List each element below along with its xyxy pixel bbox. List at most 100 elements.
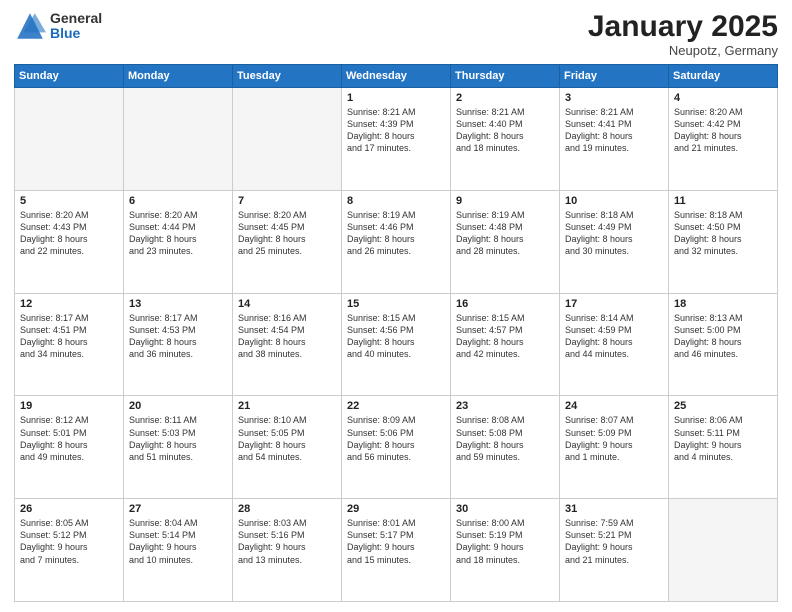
day-number: 18 bbox=[674, 298, 772, 310]
table-row bbox=[15, 88, 124, 191]
day-info: Sunrise: 8:17 AM Sunset: 4:53 PM Dayligh… bbox=[129, 312, 227, 361]
day-number: 7 bbox=[238, 195, 336, 207]
day-info: Sunrise: 8:05 AM Sunset: 5:12 PM Dayligh… bbox=[20, 517, 118, 566]
day-number: 2 bbox=[456, 92, 554, 104]
day-number: 4 bbox=[674, 92, 772, 104]
table-row: 20 Sunrise: 8:11 AM Sunset: 5:03 PM Dayli… bbox=[124, 396, 233, 499]
table-row: 16Sunrise: 8:15 AM Sunset: 4:57 PM Dayli… bbox=[451, 293, 560, 396]
day-info: Sunrise: 7:59 AM Sunset: 5:21 PM Dayligh… bbox=[565, 517, 663, 566]
calendar-week-row: 19Sunrise: 8:12 AM Sunset: 5:01 PM Dayli… bbox=[15, 396, 778, 499]
calendar-week-row: 5 Sunrise: 8:20 AM Sunset: 4:43 PM Daylig… bbox=[15, 190, 778, 293]
day-number: 22 bbox=[347, 400, 445, 412]
table-row: 15 Sunrise: 8:15 AM Sunset: 4:56 PM Dayli… bbox=[342, 293, 451, 396]
table-row: 4 Sunrise: 8:20 AM Sunset: 4:42 PM Daylig… bbox=[669, 88, 778, 191]
day-info: Sunrise: 8:17 AM Sunset: 4:51 PM Dayligh… bbox=[20, 312, 118, 361]
day-number: 12 bbox=[20, 298, 118, 310]
day-number: 3 bbox=[565, 92, 663, 104]
table-row: 23 Sunrise: 8:08 AM Sunset: 5:08 PM Dayli… bbox=[451, 396, 560, 499]
calendar-header-row: Sunday Monday Tuesday Wednesday Thursday… bbox=[15, 65, 778, 88]
day-number: 6 bbox=[129, 195, 227, 207]
day-number: 26 bbox=[20, 503, 118, 515]
day-info: Sunrise: 8:12 AM Sunset: 5:01 PM Dayligh… bbox=[20, 414, 118, 463]
table-row: 21 Sunrise: 8:10 AM Sunset: 5:05 PM Dayli… bbox=[233, 396, 342, 499]
table-row bbox=[233, 88, 342, 191]
day-number: 5 bbox=[20, 195, 118, 207]
day-number: 11 bbox=[674, 195, 772, 207]
table-row: 9 Sunrise: 8:19 AM Sunset: 4:48 PM Daylig… bbox=[451, 190, 560, 293]
day-info: Sunrise: 8:07 AM Sunset: 5:09 PM Dayligh… bbox=[565, 414, 663, 463]
page: General Blue January 2025 Neupotz, Germa… bbox=[0, 0, 792, 612]
table-row: 13 Sunrise: 8:17 AM Sunset: 4:53 PM Dayli… bbox=[124, 293, 233, 396]
logo-blue: Blue bbox=[50, 26, 102, 41]
table-row bbox=[124, 88, 233, 191]
calendar-week-row: 26 Sunrise: 8:05 AM Sunset: 5:12 PM Dayli… bbox=[15, 499, 778, 602]
day-info: Sunrise: 8:19 AM Sunset: 4:46 PM Dayligh… bbox=[347, 209, 445, 258]
table-row: 27 Sunrise: 8:04 AM Sunset: 5:14 PM Dayli… bbox=[124, 499, 233, 602]
col-thursday: Thursday bbox=[451, 65, 560, 88]
title-block: January 2025 Neupotz, Germany bbox=[588, 10, 778, 58]
day-number: 24 bbox=[565, 400, 663, 412]
day-info: Sunrise: 8:15 AM Sunset: 4:56 PM Dayligh… bbox=[347, 312, 445, 361]
day-number: 17 bbox=[565, 298, 663, 310]
table-row: 30Sunrise: 8:00 AM Sunset: 5:19 PM Dayli… bbox=[451, 499, 560, 602]
day-info: Sunrise: 8:21 AM Sunset: 4:39 PM Dayligh… bbox=[347, 106, 445, 155]
day-info: Sunrise: 8:06 AM Sunset: 5:11 PM Dayligh… bbox=[674, 414, 772, 463]
calendar-week-row: 1 Sunrise: 8:21 AM Sunset: 4:39 PM Daylig… bbox=[15, 88, 778, 191]
day-info: Sunrise: 8:13 AM Sunset: 5:00 PM Dayligh… bbox=[674, 312, 772, 361]
day-number: 21 bbox=[238, 400, 336, 412]
table-row: 18 Sunrise: 8:13 AM Sunset: 5:00 PM Dayli… bbox=[669, 293, 778, 396]
day-info: Sunrise: 8:08 AM Sunset: 5:08 PM Dayligh… bbox=[456, 414, 554, 463]
day-info: Sunrise: 8:21 AM Sunset: 4:41 PM Dayligh… bbox=[565, 106, 663, 155]
day-number: 31 bbox=[565, 503, 663, 515]
day-info: Sunrise: 8:20 AM Sunset: 4:44 PM Dayligh… bbox=[129, 209, 227, 258]
day-number: 27 bbox=[129, 503, 227, 515]
day-info: Sunrise: 8:19 AM Sunset: 4:48 PM Dayligh… bbox=[456, 209, 554, 258]
logo-general: General bbox=[50, 11, 102, 26]
calendar-table: Sunday Monday Tuesday Wednesday Thursday… bbox=[14, 64, 778, 602]
table-row: 31 Sunrise: 7:59 AM Sunset: 5:21 PM Dayli… bbox=[560, 499, 669, 602]
day-info: Sunrise: 8:10 AM Sunset: 5:05 PM Dayligh… bbox=[238, 414, 336, 463]
day-info: Sunrise: 8:00 AM Sunset: 5:19 PM Dayligh… bbox=[456, 517, 554, 566]
day-info: Sunrise: 8:20 AM Sunset: 4:42 PM Dayligh… bbox=[674, 106, 772, 155]
day-info: Sunrise: 8:18 AM Sunset: 4:49 PM Dayligh… bbox=[565, 209, 663, 258]
day-number: 16 bbox=[456, 298, 554, 310]
day-info: Sunrise: 8:11 AM Sunset: 5:03 PM Dayligh… bbox=[129, 414, 227, 463]
table-row: 8Sunrise: 8:19 AM Sunset: 4:46 PM Daylig… bbox=[342, 190, 451, 293]
day-info: Sunrise: 8:04 AM Sunset: 5:14 PM Dayligh… bbox=[129, 517, 227, 566]
col-friday: Friday bbox=[560, 65, 669, 88]
table-row: 7 Sunrise: 8:20 AM Sunset: 4:45 PM Daylig… bbox=[233, 190, 342, 293]
day-number: 13 bbox=[129, 298, 227, 310]
table-row bbox=[669, 499, 778, 602]
table-row: 24 Sunrise: 8:07 AM Sunset: 5:09 PM Dayli… bbox=[560, 396, 669, 499]
col-saturday: Saturday bbox=[669, 65, 778, 88]
day-number: 25 bbox=[674, 400, 772, 412]
day-info: Sunrise: 8:20 AM Sunset: 4:45 PM Dayligh… bbox=[238, 209, 336, 258]
col-wednesday: Wednesday bbox=[342, 65, 451, 88]
table-row: 17Sunrise: 8:14 AM Sunset: 4:59 PM Dayli… bbox=[560, 293, 669, 396]
table-row: 2 Sunrise: 8:21 AM Sunset: 4:40 PM Daylig… bbox=[451, 88, 560, 191]
day-info: Sunrise: 8:21 AM Sunset: 4:40 PM Dayligh… bbox=[456, 106, 554, 155]
month-title: January 2025 bbox=[588, 10, 778, 43]
day-number: 23 bbox=[456, 400, 554, 412]
logo-text: General Blue bbox=[50, 11, 102, 42]
day-number: 9 bbox=[456, 195, 554, 207]
table-row: 28Sunrise: 8:03 AM Sunset: 5:16 PM Dayli… bbox=[233, 499, 342, 602]
day-number: 20 bbox=[129, 400, 227, 412]
col-tuesday: Tuesday bbox=[233, 65, 342, 88]
table-row: 26 Sunrise: 8:05 AM Sunset: 5:12 PM Dayli… bbox=[15, 499, 124, 602]
table-row: 10 Sunrise: 8:18 AM Sunset: 4:49 PM Dayli… bbox=[560, 190, 669, 293]
location-subtitle: Neupotz, Germany bbox=[588, 43, 778, 58]
logo-icon bbox=[14, 10, 46, 42]
table-row: 25 Sunrise: 8:06 AM Sunset: 5:11 PM Dayli… bbox=[669, 396, 778, 499]
day-number: 15 bbox=[347, 298, 445, 310]
day-number: 1 bbox=[347, 92, 445, 104]
day-info: Sunrise: 8:09 AM Sunset: 5:06 PM Dayligh… bbox=[347, 414, 445, 463]
day-number: 28 bbox=[238, 503, 336, 515]
table-row: 19Sunrise: 8:12 AM Sunset: 5:01 PM Dayli… bbox=[15, 396, 124, 499]
day-info: Sunrise: 8:20 AM Sunset: 4:43 PM Dayligh… bbox=[20, 209, 118, 258]
day-number: 14 bbox=[238, 298, 336, 310]
day-number: 10 bbox=[565, 195, 663, 207]
table-row: 11Sunrise: 8:18 AM Sunset: 4:50 PM Dayli… bbox=[669, 190, 778, 293]
col-monday: Monday bbox=[124, 65, 233, 88]
day-number: 29 bbox=[347, 503, 445, 515]
